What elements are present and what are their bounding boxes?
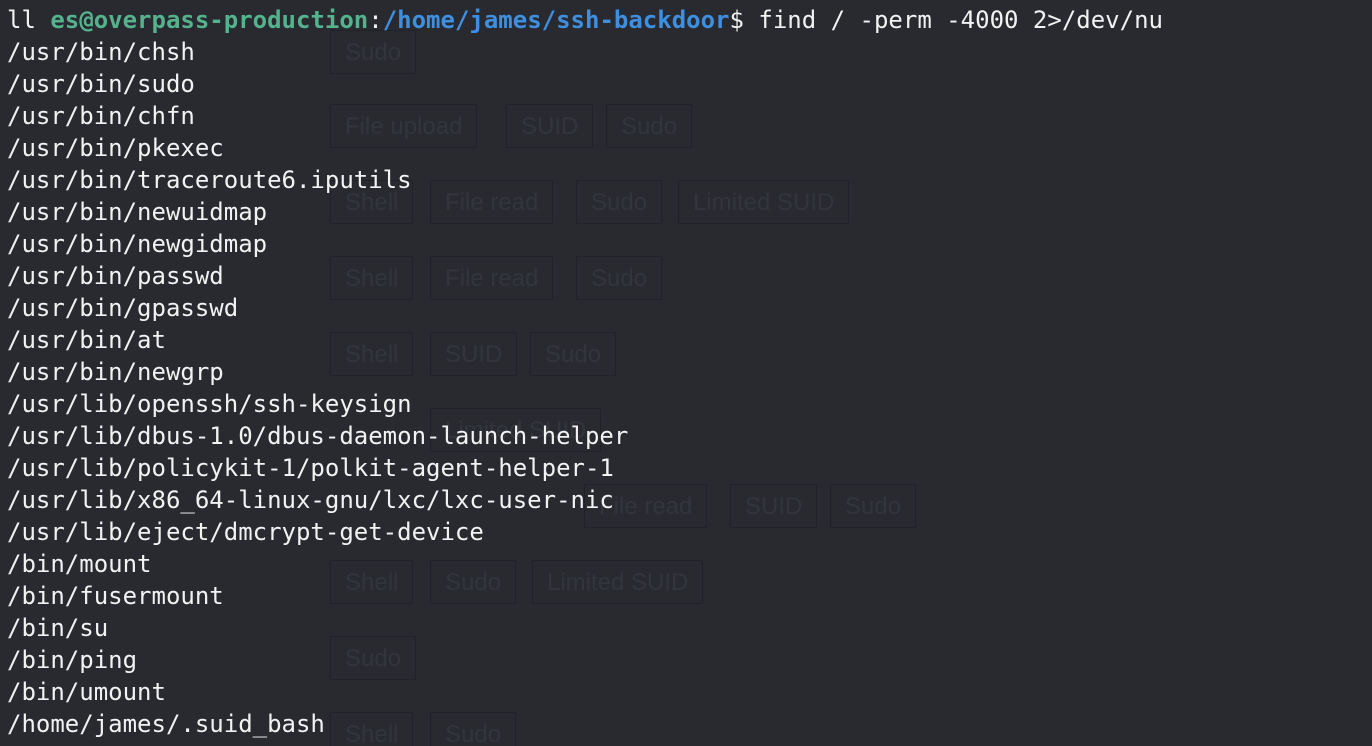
output-line: /bin/umount [7, 678, 166, 706]
prompt-prefix: ll [7, 6, 51, 34]
output-line: /usr/lib/openssh/ssh-keysign [7, 390, 412, 418]
command-line: ll es@overpass-production:/home/james/ss… [7, 4, 1163, 36]
prompt-path: /home/james/ssh-backdoor [382, 6, 730, 34]
command-text: find / -perm -4000 2>/dev/nu [758, 6, 1163, 34]
output-line: /bin/ping [7, 646, 138, 674]
prompt-user-host: es@overpass-production [50, 6, 369, 34]
output-line: /usr/lib/x86_64-linux-gnu/lxc/lxc-user-n… [7, 486, 614, 514]
prompt-colon: : [368, 6, 383, 34]
output-line: /usr/bin/chfn [7, 102, 195, 130]
output-line: /usr/bin/at [7, 326, 166, 354]
output-line: /usr/lib/dbus-1.0/dbus-daemon-launch-hel… [7, 422, 629, 450]
output-line: /usr/bin/passwd [7, 262, 224, 290]
output-line: /usr/lib/policykit-1/polkit-agent-helper… [7, 454, 614, 482]
output-line: /home/james/.suid_bash [7, 710, 325, 738]
output-line: /bin/su [7, 614, 109, 642]
output-line: /bin/fusermount [7, 582, 224, 610]
output-line: /usr/bin/pkexec [7, 134, 224, 162]
output-line: /usr/bin/newgidmap [7, 230, 268, 258]
output-line: /usr/bin/chsh [7, 38, 195, 66]
terminal-output: ll es@overpass-production:/home/james/ss… [7, 4, 1163, 740]
output-line: /usr/bin/gpasswd [7, 294, 239, 322]
output-line: /bin/mount [7, 550, 152, 578]
prompt-symbol: $ [729, 6, 759, 34]
terminal-window[interactable]: Sudo File upload SUID Sudo Shell File re… [0, 0, 1372, 746]
output-line: /usr/bin/sudo [7, 70, 195, 98]
output-line: /usr/bin/traceroute6.iputils [7, 166, 412, 194]
output-line: /usr/lib/eject/dmcrypt-get-device [7, 518, 484, 546]
output-line: /usr/bin/newgrp [7, 358, 224, 386]
output-line: /usr/bin/newuidmap [7, 198, 268, 226]
